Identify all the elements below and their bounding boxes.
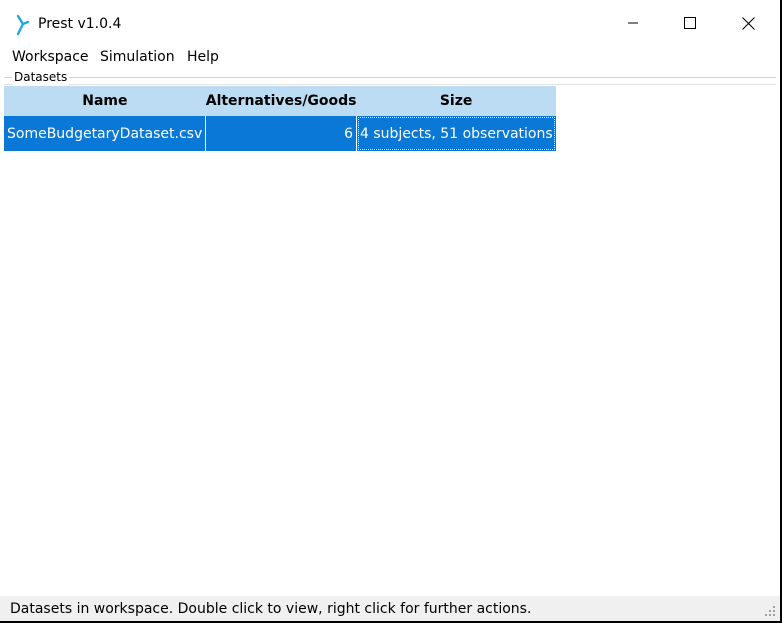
menu-workspace[interactable]: Workspace [12,48,89,66]
maximize-button[interactable] [661,0,719,46]
app-window: Prest v1.0.4 Workspace Simulation Help D… [0,0,781,622]
cell-size[interactable]: 4 subjects, 51 observations [356,116,556,151]
datasets-group-label: Datasets [12,69,70,85]
close-button[interactable] [719,0,777,46]
title-bar[interactable]: Prest v1.0.4 [0,0,780,46]
resize-grip-icon[interactable] [764,605,776,617]
cell-name[interactable]: SomeBudgetaryDataset.csv [4,116,207,151]
prest-logo-icon [16,14,30,36]
status-text: Datasets in workspace. Double click to v… [10,601,532,617]
status-bar: Datasets in workspace. Double click to v… [0,596,780,621]
table-row[interactable]: SomeBudgetaryDataset.csv 6 4 subjects, 5… [4,116,556,151]
datasets-table: Name Alternatives/Goods Size SomeBudgeta… [4,86,556,151]
column-header-name[interactable]: Name [4,86,206,116]
menu-simulation[interactable]: Simulation [100,48,175,66]
cell-alternatives[interactable]: 6 [205,116,358,151]
close-icon [741,16,755,30]
minimize-button[interactable] [604,0,662,46]
window-title: Prest v1.0.4 [38,16,122,32]
column-header-alternatives[interactable]: Alternatives/Goods [205,86,357,116]
minimize-icon [628,22,638,24]
table-header-row: Name Alternatives/Goods Size [4,86,556,116]
group-divider [4,77,776,78]
menu-help[interactable]: Help [187,48,219,66]
maximize-icon [684,17,696,29]
menu-bar: Workspace Simulation Help [0,46,780,68]
column-header-size[interactable]: Size [356,86,556,116]
datasets-panel[interactable]: Name Alternatives/Goods Size SomeBudgeta… [4,84,776,597]
